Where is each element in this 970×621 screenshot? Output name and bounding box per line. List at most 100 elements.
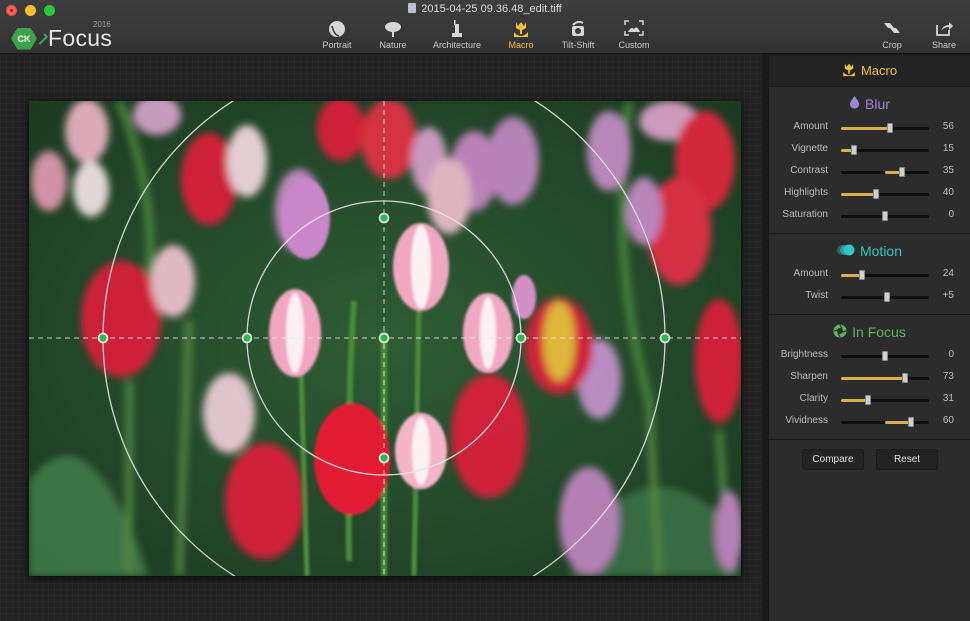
slider-fill [841, 399, 869, 402]
motion-icon [836, 243, 855, 259]
slider-thumb[interactable] [908, 417, 915, 427]
title-bar: 2015-04-25 09.36.48_edit.tiff CK Focus 2… [0, 0, 970, 54]
slider-value: 15 [942, 143, 954, 154]
slider-track[interactable] [841, 211, 929, 221]
preset-architecture[interactable]: Architecture [432, 20, 482, 50]
preset-header-title: Macro [860, 63, 898, 78]
slider-label: Vignette [791, 143, 828, 154]
slider-thumb[interactable] [865, 395, 872, 405]
inner-bottom-handle[interactable] [378, 452, 390, 464]
slider-track[interactable] [841, 351, 929, 361]
slider-thumb[interactable] [883, 292, 890, 302]
slider-row-brightness: Brightness 0 [769, 345, 970, 367]
slider-value: 40 [942, 187, 954, 198]
slider-value: 35 [942, 165, 954, 176]
preset-label: Architecture [432, 40, 482, 50]
slider-row-saturation: Saturation 0 [769, 205, 970, 227]
share-icon [931, 20, 957, 40]
preset-header: Macro [769, 55, 970, 87]
slider-row-amount: Amount 56 [769, 117, 970, 139]
section-title-text: Motion [859, 243, 903, 259]
slider-thumb[interactable] [851, 145, 858, 155]
section-title: Blur [769, 87, 970, 117]
app-logo: CK Focus 2016 [11, 20, 112, 52]
slider-thumb[interactable] [898, 167, 905, 177]
preset-tilt-shift[interactable]: Tilt-Shift [560, 20, 596, 50]
slider-track[interactable] [841, 417, 929, 427]
slider-thumb[interactable] [902, 373, 909, 383]
center-handle[interactable] [378, 332, 390, 344]
slider-value: 0 [948, 209, 954, 220]
slider-row-vignette: Vignette 15 [769, 139, 970, 161]
slider-track[interactable] [841, 395, 929, 405]
reset-button[interactable]: Reset [876, 449, 938, 470]
section-title-text: In Focus [852, 324, 906, 340]
slider-track[interactable] [841, 167, 929, 177]
crop-button[interactable]: Crop [880, 20, 904, 50]
preset-macro[interactable]: Macro [508, 20, 534, 50]
preset-label: Nature [379, 40, 407, 50]
slider-row-highlights: Highlights 40 [769, 183, 970, 205]
slider-value: 24 [942, 268, 954, 279]
section-motion: Motion Amount 24 Twist +5 [769, 234, 970, 315]
slider-value: 56 [942, 121, 954, 132]
adjustments-sidebar: Macro Blur Amount 56 Vignette 15 Contrast 35 Hi… [768, 55, 970, 621]
logo-badge-icon: CK [11, 27, 37, 50]
slider-row-twist: Twist +5 [769, 286, 970, 308]
preset-label: Macro [508, 40, 534, 50]
slider-row-clarity: Clarity 31 [769, 389, 970, 411]
slider-thumb[interactable] [859, 270, 866, 280]
portrait-icon [321, 20, 353, 40]
slider-thumb[interactable] [873, 189, 880, 199]
outer-left-handle[interactable] [97, 332, 109, 344]
slider-track[interactable] [841, 373, 929, 383]
slider-label: Clarity [799, 393, 828, 404]
section-title-text: Blur [865, 96, 890, 112]
file-icon [408, 3, 417, 13]
slider-value: +5 [942, 290, 954, 301]
slider-sections: Blur Amount 56 Vignette 15 Contrast 35 Highligh… [769, 87, 970, 440]
logo-chevron-icon [36, 32, 49, 45]
crop-icon [880, 20, 904, 40]
slider-label: Highlights [784, 187, 828, 198]
crop-label: Crop [882, 40, 902, 50]
slider-fill [841, 193, 877, 196]
preset-portrait[interactable]: Portrait [321, 20, 353, 50]
app-year: 2016 [93, 20, 111, 29]
preset-nature[interactable]: Nature [378, 20, 408, 50]
preset-label: Portrait [322, 40, 352, 50]
slider-value: 0 [948, 349, 954, 360]
share-button[interactable]: Share [931, 20, 957, 50]
slider-label: Twist [805, 290, 828, 301]
document-title: 2015-04-25 09.36.48_edit.tiff [0, 3, 970, 15]
preset-custom[interactable]: Custom [618, 20, 650, 50]
outer-right-handle[interactable] [659, 332, 671, 344]
share-label: Share [931, 40, 957, 50]
action-buttons: Compare Reset [769, 449, 970, 470]
slider-track[interactable] [841, 292, 929, 302]
inner-left-handle[interactable] [241, 332, 253, 344]
slider-label: Contrast [790, 165, 828, 176]
slider-track[interactable] [841, 123, 929, 133]
inner-top-handle[interactable] [378, 212, 390, 224]
slider-thumb[interactable] [887, 123, 894, 133]
slider-thumb[interactable] [882, 211, 888, 221]
slider-thumb[interactable] [882, 351, 888, 361]
slider-value: 31 [942, 393, 954, 404]
slider-row-contrast: Contrast 35 [769, 161, 970, 183]
slider-track[interactable] [841, 145, 929, 155]
slider-track[interactable] [841, 270, 929, 280]
flower-icon [508, 20, 534, 40]
inner-right-handle[interactable] [515, 332, 527, 344]
flower-icon [842, 62, 856, 80]
slider-value: 73 [942, 371, 954, 382]
photo-preview[interactable] [29, 101, 741, 576]
section-title: Motion [769, 234, 970, 264]
droplet-icon [849, 96, 860, 112]
slider-row-amount: Amount 24 [769, 264, 970, 286]
compare-button[interactable]: Compare [802, 449, 864, 470]
aperture-icon [833, 324, 847, 341]
slider-track[interactable] [841, 189, 929, 199]
section-in-focus: In Focus Brightness 0 Sharpen 73 Clarity 31 Viv… [769, 315, 970, 440]
statue-icon [432, 20, 482, 40]
